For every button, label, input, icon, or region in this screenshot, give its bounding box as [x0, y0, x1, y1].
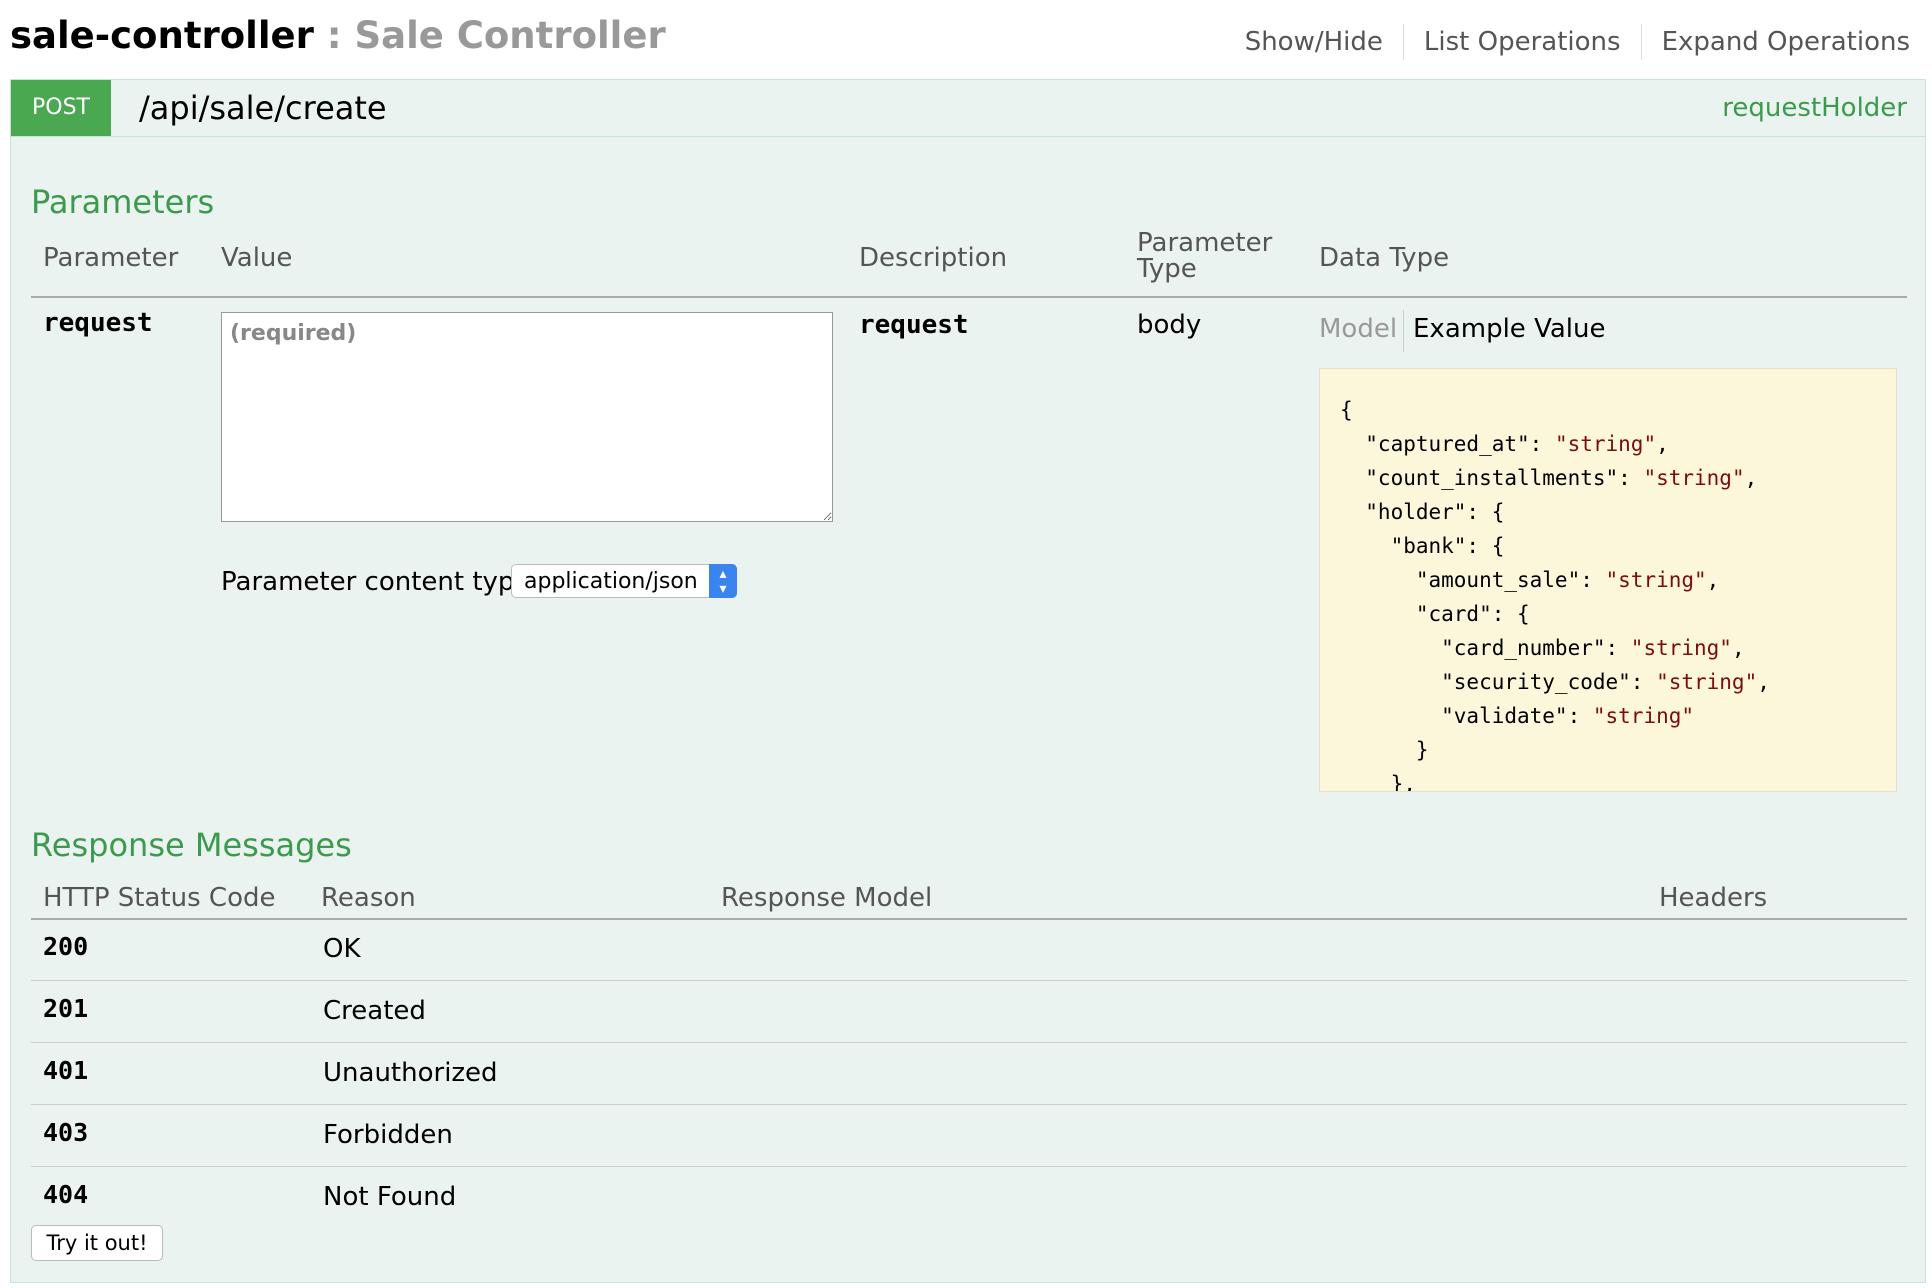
resp-header-status: HTTP Status Code — [43, 883, 276, 913]
content-type-select[interactable]: application/json ▴ ▾ — [511, 564, 737, 598]
example-value-box[interactable]: { "captured_at": "string", "count_instal… — [1319, 368, 1897, 792]
response-status-code: 401 — [43, 1056, 89, 1085]
operation-panel: POST /api/sale/create requestHolder Para… — [10, 79, 1926, 1283]
param-header-divider — [31, 296, 1907, 298]
resource-header: sale-controller : Sale Controller Show/H… — [10, 0, 1910, 78]
show-hide-link[interactable]: Show/Hide — [1225, 24, 1404, 60]
resource-separator: : — [313, 14, 355, 57]
example-json: { "captured_at": "string", "count_instal… — [1320, 369, 1896, 792]
select-arrows-icon: ▴ ▾ — [709, 564, 737, 598]
tab-separator — [1403, 310, 1404, 352]
resp-header-headers: Headers — [1659, 883, 1768, 913]
expand-operations-link[interactable]: Expand Operations — [1642, 24, 1910, 60]
param-description: request — [859, 310, 969, 340]
response-reason: Unauthorized — [323, 1058, 498, 1088]
response-row-divider — [31, 1166, 1907, 1167]
example-json-value: "string" — [1656, 670, 1758, 694]
response-row-divider — [31, 1042, 1907, 1043]
example-json-line: "security_code": "string", — [1340, 670, 1770, 694]
example-json-line: "card_number": "string", — [1340, 636, 1745, 660]
param-header-type-line1: Parameter — [1137, 228, 1273, 258]
resp-header-reason: Reason — [321, 883, 416, 913]
example-json-line: { — [1340, 398, 1353, 422]
param-type: body — [1137, 310, 1202, 340]
example-value-tab[interactable]: Example Value — [1413, 314, 1605, 344]
param-header-type-line2: Type — [1137, 254, 1197, 284]
resp-header-divider — [31, 918, 1907, 920]
example-json-line: "card": { — [1340, 602, 1530, 626]
param-header-description: Description — [859, 243, 1008, 273]
param-header-data-type: Data Type — [1319, 243, 1450, 273]
param-header-parameter: Parameter — [43, 243, 179, 273]
response-status-code: 403 — [43, 1118, 89, 1147]
example-json-line: "holder": { — [1340, 500, 1505, 524]
response-reason: Created — [323, 996, 426, 1026]
resource-links: Show/Hide List Operations Expand Operati… — [1225, 24, 1910, 60]
resource-name[interactable]: sale-controller — [10, 14, 314, 57]
response-status-code: 404 — [43, 1180, 89, 1209]
swagger-page: sale-controller : Sale Controller Show/H… — [0, 0, 1932, 1288]
model-tab[interactable]: Model — [1319, 314, 1397, 344]
try-it-out-button[interactable]: Try it out! — [31, 1225, 163, 1261]
response-status-code: 200 — [43, 932, 89, 961]
response-reason: Not Found — [323, 1182, 457, 1212]
resource-description: Sale Controller — [354, 14, 666, 57]
response-row-divider — [31, 980, 1907, 981]
operation-heading[interactable]: POST /api/sale/create requestHolder — [11, 80, 1925, 137]
resource-title[interactable]: sale-controller : Sale Controller — [10, 12, 666, 60]
response-reason: OK — [323, 934, 361, 964]
param-header-type: Parameter Type — [1137, 230, 1272, 282]
param-header-value: Value — [221, 243, 293, 273]
resp-header-model: Response Model — [721, 883, 933, 913]
response-messages-title: Response Messages — [31, 826, 352, 864]
example-json-value: "string" — [1592, 704, 1695, 728]
operation-summary[interactable]: requestHolder — [1722, 90, 1907, 126]
example-json-value: "string" — [1605, 568, 1707, 592]
response-row-divider — [31, 1104, 1907, 1105]
example-json-line: } — [1415, 738, 1429, 762]
example-json-line: "validate": "string" — [1340, 704, 1695, 728]
example-json-value: "string" — [1630, 636, 1732, 660]
list-operations-link[interactable]: List Operations — [1404, 24, 1642, 60]
example-json-value: "string" — [1554, 432, 1657, 456]
response-status-code: 201 — [43, 994, 89, 1023]
example-json-value: "string" — [1643, 466, 1745, 490]
http-method-badge[interactable]: POST — [11, 80, 111, 136]
example-json-line: "captured_at": "string", — [1340, 432, 1669, 456]
example-json-line: "amount_sale": "string", — [1340, 568, 1720, 592]
param-name: request — [43, 308, 153, 338]
example-json-line: "bank": { — [1340, 534, 1505, 558]
content-type-label: Parameter content type: — [221, 567, 540, 597]
example-json-line: "count_installments": "string", — [1340, 466, 1758, 490]
content-type-value: application/json — [524, 569, 698, 594]
request-body-input[interactable] — [221, 312, 833, 522]
response-reason: Forbidden — [323, 1120, 453, 1150]
operation-path[interactable]: /api/sale/create — [139, 88, 387, 128]
example-json-line: }, — [1390, 772, 1416, 792]
parameters-title: Parameters — [31, 183, 215, 221]
